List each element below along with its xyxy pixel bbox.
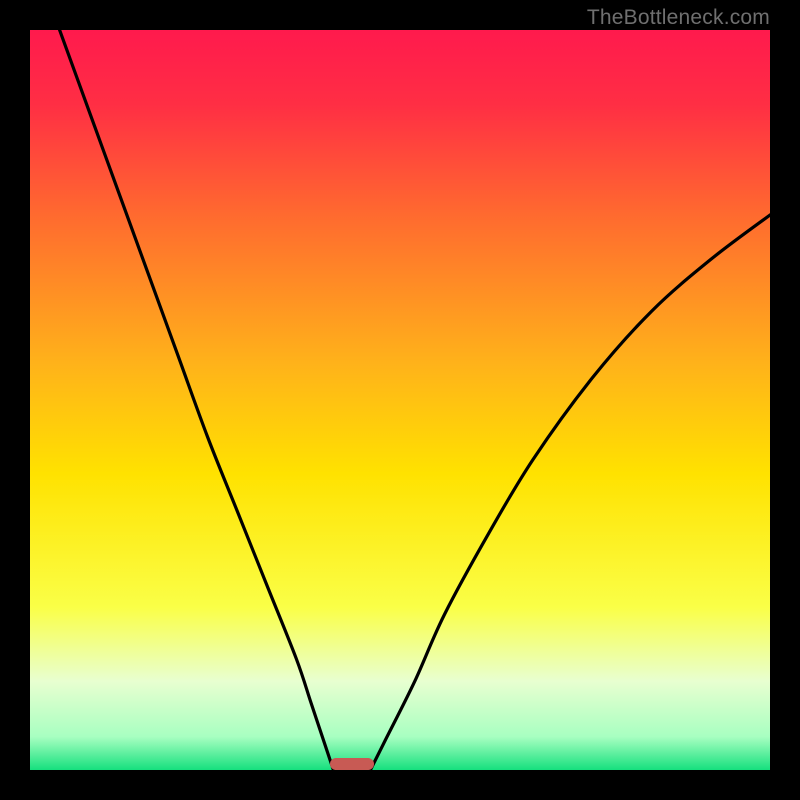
plot-area xyxy=(30,30,770,770)
bottleneck-marker xyxy=(330,758,374,770)
left-curve-path xyxy=(60,30,334,770)
curves-layer xyxy=(30,30,770,770)
right-curve-path xyxy=(370,215,770,770)
chart-frame: TheBottleneck.com xyxy=(0,0,800,800)
watermark-text: TheBottleneck.com xyxy=(587,6,770,30)
